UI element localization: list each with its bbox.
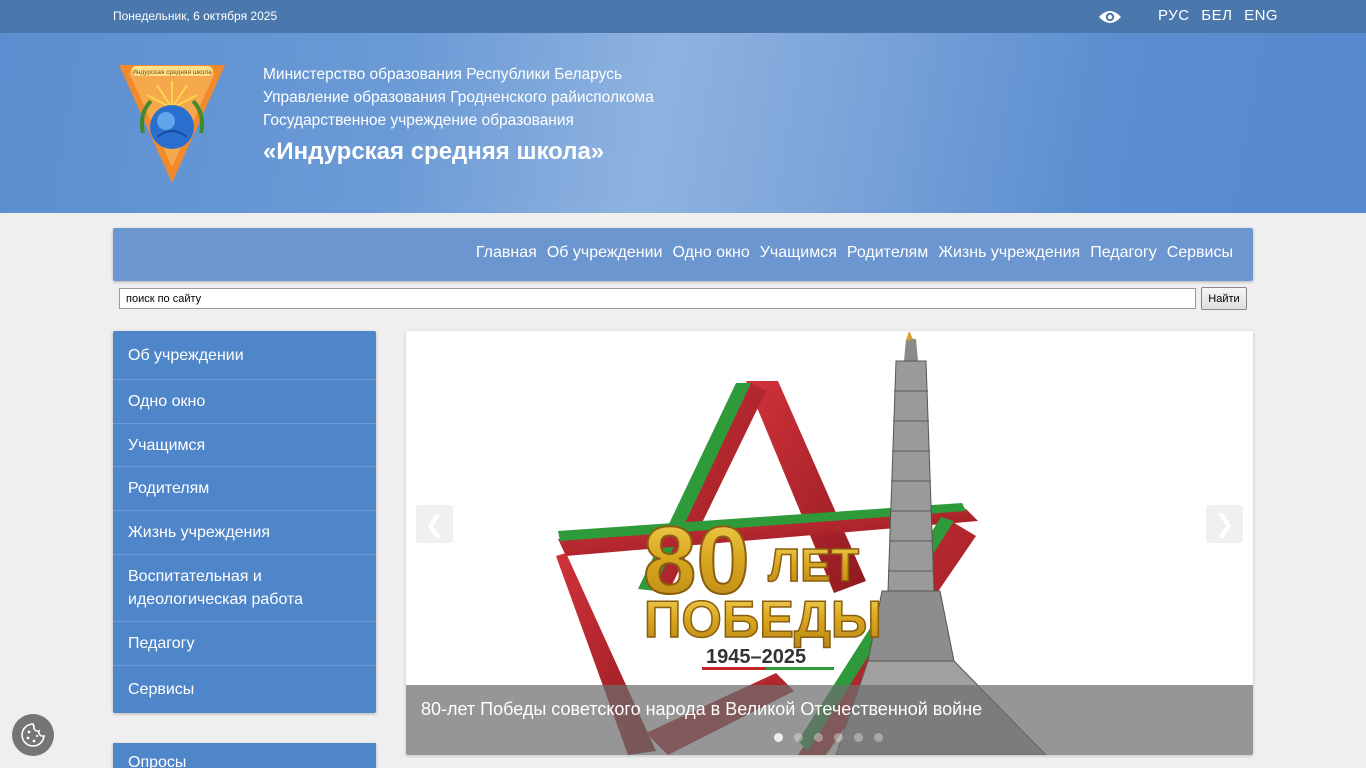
sidemenu-item-teachers[interactable]: Педагогу — [113, 622, 376, 666]
institution-type-line: Государственное учреждение образования — [263, 112, 574, 129]
nav-item-about[interactable]: Об учреждении — [547, 244, 663, 262]
slider-dot[interactable] — [874, 733, 883, 742]
school-name[interactable]: «Индурская средняя школа» — [263, 138, 654, 166]
banner-pobedy: ПОБЕДЫ — [644, 591, 882, 649]
nav-item-life[interactable]: Жизнь учреждения — [938, 244, 1080, 262]
logo-text: Индурская средняя школа — [132, 69, 212, 76]
slider-next-button[interactable]: ❯ — [1206, 505, 1243, 543]
chevron-left-icon: ❮ — [424, 510, 445, 538]
nav-item-home[interactable]: Главная — [476, 244, 537, 262]
cookie-icon — [21, 723, 45, 747]
banner-let: ЛЕТ — [768, 539, 859, 591]
slider-dot[interactable] — [794, 733, 803, 742]
sidemenu-item-services[interactable]: Сервисы — [113, 666, 376, 713]
slider-dot[interactable] — [854, 733, 863, 742]
sidemenu-item-parents[interactable]: Родителям — [113, 467, 376, 511]
slider-dot[interactable] — [814, 733, 823, 742]
sidemenu-item-life[interactable]: Жизнь учреждения — [113, 511, 376, 555]
site-header: Индурская средняя школа Министерство обр… — [0, 33, 1366, 213]
sidemenu-item-one-window[interactable]: Одно окно — [113, 380, 376, 424]
header-text: Министерство образования Республики Бела… — [263, 63, 654, 166]
sidemenu-item-about[interactable]: Об учреждении — [113, 331, 376, 380]
lang-ru-link[interactable]: РУС — [1158, 7, 1190, 24]
search-button[interactable]: Найти — [1201, 287, 1247, 310]
department-line: Управление образования Гродненского райи… — [263, 89, 654, 106]
top-bar: Понедельник, 6 октября 2025 РУС БЕЛ ENG — [0, 0, 1366, 33]
slider-prev-button[interactable]: ❮ — [416, 505, 453, 543]
nav-item-teachers[interactable]: Педагогу — [1090, 244, 1157, 262]
nav-item-parents[interactable]: Родителям — [847, 244, 928, 262]
slide-caption: 80-лет Победы советского народа в Велико… — [406, 685, 1253, 755]
lang-be-link[interactable]: БЕЛ — [1201, 7, 1232, 24]
language-switcher: РУС БЕЛ ENG — [1158, 7, 1285, 24]
sidemenu-item-students[interactable]: Учащимся — [113, 424, 376, 467]
slider-dot[interactable] — [834, 733, 843, 742]
sidemenu-item-education-work[interactable]: Воспитательная и идеологическая работа — [113, 555, 376, 622]
lang-en-link[interactable]: ENG — [1244, 7, 1278, 24]
chevron-right-icon: ❯ — [1214, 510, 1235, 538]
current-date: Понедельник, 6 октября 2025 — [113, 9, 278, 23]
image-slider: 80 ЛЕТ ПОБЕДЫ 1945–2025 ❮ ❯ 80-лет Побед… — [406, 331, 1253, 755]
eye-icon[interactable] — [1098, 9, 1122, 25]
slide-caption-text[interactable]: 80-лет Победы советского народа в Велико… — [421, 699, 982, 720]
cookie-settings-button[interactable] — [12, 714, 54, 756]
side-menu: Об учреждении Одно окно Учащимся Родител… — [113, 331, 376, 713]
slider-dot[interactable] — [774, 733, 783, 742]
nav-item-one-window[interactable]: Одно окно — [672, 244, 749, 262]
nav-item-students[interactable]: Учащимся — [760, 244, 837, 262]
main-nav: Главная Об учреждении Одно окно Учащимся… — [113, 228, 1253, 281]
polls-title[interactable]: Опросы — [128, 754, 186, 768]
nav-item-services[interactable]: Сервисы — [1167, 244, 1233, 262]
banner-years: 1945–2025 — [706, 646, 806, 668]
ministry-line: Министерство образования Республики Бела… — [263, 66, 623, 83]
school-logo[interactable]: Индурская средняя школа — [117, 63, 227, 185]
polls-panel: Опросы — [113, 743, 376, 768]
search-input[interactable] — [119, 288, 1196, 309]
slider-pagination — [774, 733, 894, 742]
